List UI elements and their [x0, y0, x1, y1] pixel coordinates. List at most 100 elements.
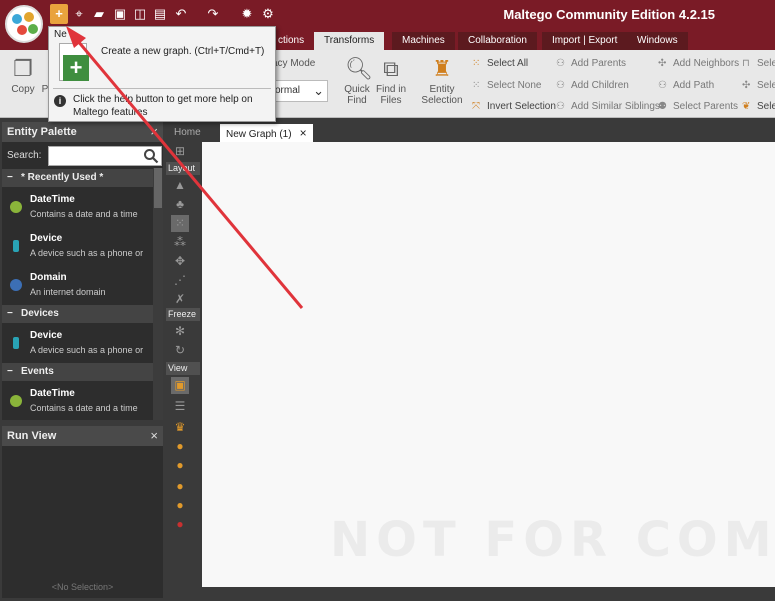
select-parents-button[interactable]: ⚉ Select Parents [658, 101, 738, 112]
magnifier-icon: 🔍︎ [345, 56, 373, 81]
redo-icon[interactable]: ↷ [204, 4, 222, 24]
graph-toolbar: ⊞ Layout ▲ ♣ ⁙ ⁂ ✥ ⋰ ✗ Freeze ✻ ↻ View ▣… [166, 142, 200, 598]
invert-selection-icon: ⤧ [472, 101, 480, 112]
group-events[interactable]: − Events [2, 363, 153, 381]
select-none-icon: ⁙ [472, 80, 481, 91]
menu-collaboration[interactable]: Collaboration [458, 32, 537, 50]
watermark-text: NOT FOR COMMERCIAL [330, 512, 775, 568]
collapse-icon: − [7, 366, 13, 377]
close-icon[interactable]: × [150, 426, 158, 446]
tooltip-divider [53, 88, 271, 89]
organic-layout-icon[interactable]: ⋰ [171, 272, 189, 289]
save-all-icon[interactable]: ◫ [131, 4, 149, 24]
copy-icon: ❐ [13, 56, 33, 81]
add-parents-icon: ⚇ [556, 58, 565, 69]
device-icon [13, 240, 19, 252]
scroll-thumb[interactable] [154, 168, 162, 208]
tab-new-graph[interactable]: New Graph (1) × [220, 124, 313, 142]
add-parents-button[interactable]: ⚇ Add Parents [556, 58, 626, 69]
target-icon[interactable]: ⌖ [70, 4, 88, 24]
menu-transforms[interactable]: Transforms [314, 32, 385, 50]
privacy-mode-select[interactable]: ormal ⌄ [272, 80, 328, 102]
undo-icon[interactable]: ↶ [172, 4, 190, 24]
interactive-layout-icon[interactable]: ✗ [171, 291, 189, 308]
copy-button[interactable]: ❐ Copy [8, 56, 38, 95]
collapse-icon: − [7, 172, 13, 183]
tab-home[interactable]: Home [168, 124, 207, 142]
search-icon[interactable] [143, 148, 159, 164]
list-item[interactable]: Domain An internet domain [2, 266, 153, 304]
group-recently-used[interactable]: − * Recently Used * [2, 169, 153, 187]
palette-scrollbar[interactable] [153, 168, 163, 420]
new-graph-icon[interactable]: + [50, 4, 68, 24]
list-item[interactable]: DateTime Contains a date and a time [2, 382, 153, 420]
menu-import-export[interactable]: Import | Export [542, 32, 628, 50]
entity-selection-button[interactable]: ♜ Entity Selection [421, 56, 463, 106]
settings-icon[interactable]: ✹ [238, 4, 256, 24]
menu-windows[interactable]: Windows [627, 32, 688, 50]
section-view: View [166, 362, 200, 375]
leaf-icon: ❦ [742, 101, 751, 112]
bubble-view-icon[interactable]: ♛ [171, 419, 189, 436]
gear-dropdown-icon[interactable]: ⚙ [259, 4, 277, 24]
datetime-icon [10, 201, 22, 213]
graph-canvas[interactable]: NOT FOR COMMERCIAL [202, 142, 775, 587]
select-parents-icon: ⚉ [658, 101, 667, 112]
hierarchical-layout-icon[interactable]: ♣ [171, 196, 189, 213]
entity-list-icon[interactable]: ☰ [171, 398, 189, 415]
list-item[interactable]: Device A device such as a phone or [2, 227, 153, 265]
entity-palette: Entity Palette × Search: − * Recently Use… [2, 122, 163, 420]
add-children-icon: ⚇ [556, 80, 565, 91]
maltego-logo[interactable] [5, 5, 43, 43]
save-as-icon[interactable]: ▤ [151, 4, 169, 24]
main-view-icon[interactable]: ▣ [171, 377, 189, 394]
add-neighbors-icon: ✣ [658, 58, 667, 69]
lock-icon[interactable]: ▲ [171, 177, 189, 194]
search-label: Search: [7, 150, 42, 161]
add-children-button[interactable]: ⚇ Add Children [556, 80, 629, 91]
tooltip-title: Ne [54, 29, 67, 40]
new-graph-tooltip: Ne + Create a new graph. (Ctrl+T/Cmd+T) … [48, 26, 276, 122]
select-none-button[interactable]: ⁙ Select None [472, 80, 541, 91]
close-icon[interactable]: × [300, 126, 307, 140]
add-path-icon: ⚇ [658, 80, 667, 91]
close-icon[interactable]: × [150, 122, 158, 142]
open-folder-icon[interactable]: ▰ [90, 4, 108, 24]
links-view-icon[interactable]: ● [171, 438, 189, 455]
rank-view-icon[interactable]: ● [171, 478, 189, 495]
info-icon: i [54, 95, 66, 107]
find-files-icon: ⧉ [383, 56, 399, 81]
tooltip-description: Create a new graph. (Ctrl+T/Cmd+T) [101, 46, 265, 57]
graph-tabs: Home New Graph (1) × [166, 122, 775, 142]
save-icon[interactable]: ▣ [111, 4, 129, 24]
outgoing-view-icon[interactable]: ● [171, 516, 189, 533]
circular-layout-icon[interactable]: ✥ [171, 253, 189, 270]
node-size-icon[interactable]: ● [171, 457, 189, 474]
select-truncated-2[interactable]: ✣ Sele [742, 80, 775, 91]
add-similar-siblings-button[interactable]: ⚇ Add Similar Siblings [556, 101, 660, 112]
datetime-icon [10, 395, 22, 407]
add-path-button[interactable]: ⚇ Add Path [658, 80, 714, 91]
block-layout-icon[interactable]: ⁙ [171, 215, 189, 232]
group-devices[interactable]: − Devices [2, 305, 153, 323]
canvas-scrollbar[interactable] [202, 587, 775, 598]
select-all-button[interactable]: ⁙ Select All [472, 58, 528, 69]
app-title: Maltego Community Edition 4.2.15 [503, 7, 715, 22]
privacy-mode-label: acy Mode [272, 58, 316, 69]
invert-selection-button[interactable]: ⤧ Invert Selection [472, 101, 556, 112]
quick-find-button[interactable]: 🔍︎ Quick Find [340, 56, 374, 106]
freeze-icon[interactable]: ✻ [171, 323, 189, 340]
add-entity-icon[interactable]: ⊞ [171, 143, 189, 160]
refresh-icon[interactable]: ↻ [171, 342, 189, 359]
select-all-icon: ⁙ [472, 58, 481, 69]
incoming-view-icon[interactable]: ● [171, 497, 189, 514]
list-item[interactable]: DateTime Contains a date and a time [2, 188, 153, 226]
add-neighbors-button[interactable]: ✣ Add Neighbors [658, 58, 739, 69]
collapse-icon: − [7, 308, 13, 319]
menu-machines[interactable]: Machines [392, 32, 455, 50]
select-truncated-1[interactable]: ⊓ Sele [742, 58, 775, 69]
find-in-files-button[interactable]: ⧉ Find in Files [373, 56, 409, 106]
list-item[interactable]: Device A device such as a phone or [2, 324, 153, 362]
select-truncated-3[interactable]: ❦ Sele [742, 101, 775, 112]
tree-layout-icon[interactable]: ⁂ [171, 234, 189, 251]
